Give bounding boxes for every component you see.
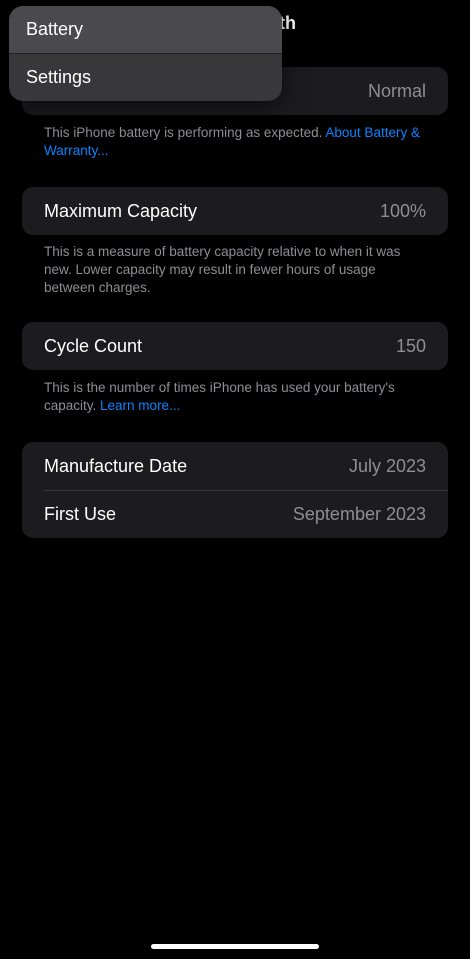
performance-footnote-text: This iPhone battery is performing as exp… <box>44 125 326 140</box>
dates-group: Manufacture Date July 2023 First Use Sep… <box>22 442 448 538</box>
performance-footnote: This iPhone battery is performing as exp… <box>44 124 424 160</box>
cycle-count-footnote: This is the number of times iPhone has u… <box>44 379 424 415</box>
first-use-label: First Use <box>44 503 116 524</box>
learn-more-link[interactable]: Learn more... <box>100 398 180 413</box>
cycle-count-footnote-text: This is the number of times iPhone has u… <box>44 380 395 413</box>
max-capacity-row: Maximum Capacity 100% <box>22 187 448 235</box>
back-history-menu: Battery Settings <box>9 6 282 101</box>
max-capacity-value: 100% <box>379 200 426 221</box>
cycle-count-group: Cycle Count 150 <box>22 322 448 370</box>
cycle-count-value: 150 <box>395 335 426 356</box>
first-use-row: First Use September 2023 <box>22 490 448 538</box>
cycle-count-row: Cycle Count 150 <box>22 322 448 370</box>
max-capacity-label: Maximum Capacity <box>44 200 198 221</box>
cycle-count-label: Cycle Count <box>44 335 143 356</box>
max-capacity-group: Maximum Capacity 100% <box>22 187 448 235</box>
manufacture-date-row: Manufacture Date July 2023 <box>22 442 448 490</box>
max-capacity-footnote: This is a measure of battery capacity re… <box>44 244 401 295</box>
manufacture-date-label: Manufacture Date <box>44 455 188 476</box>
performance-value: Normal <box>367 80 426 101</box>
menu-item-battery[interactable]: Battery <box>9 6 282 53</box>
home-indicator[interactable] <box>151 944 319 949</box>
menu-item-settings[interactable]: Settings <box>9 54 282 101</box>
first-use-value: September 2023 <box>292 503 426 524</box>
manufacture-date-value: July 2023 <box>348 455 426 476</box>
